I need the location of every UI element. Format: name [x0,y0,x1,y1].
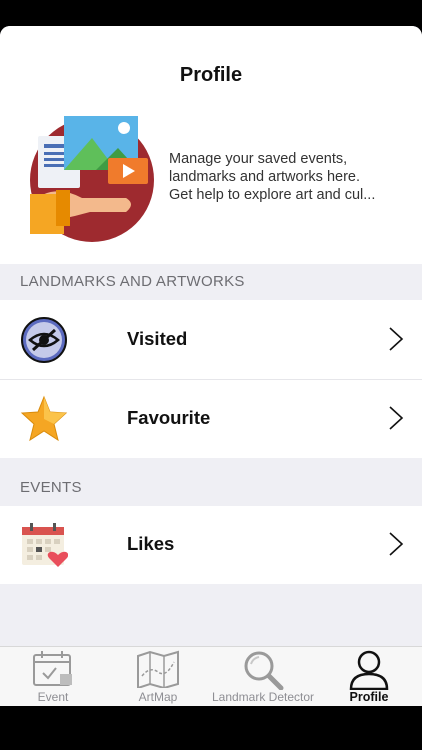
tab-label: Landmark Detector [211,690,315,704]
magnifier-icon [244,651,284,690]
hero-illustration-icon [30,116,154,242]
intro-line: Get help to explore art and cul... [169,187,376,203]
map-icon [137,650,179,688]
favourite-label: Favourite [127,407,211,428]
section-header-landmarks: LANDMARKS AND ARTWORKS [0,264,422,300]
calendar-heart-icon [22,523,68,567]
likes-label: Likes [127,533,175,554]
chevron-right-icon [389,406,404,430]
chevron-right-icon [389,532,404,556]
intro-line: Manage your saved events, [169,151,348,167]
profile-header: Profile Manage your saved events, landma… [0,26,422,264]
eye-slash-icon [21,317,67,363]
favourite-row[interactable]: Favourite [0,380,422,458]
star-icon [20,395,68,442]
tab-event[interactable]: Event [0,647,106,706]
tab-landmark-detector[interactable]: Landmark Detector [210,647,316,706]
tab-label: Profile [349,690,389,704]
calendar-icon [33,651,72,686]
visited-label: Visited [127,328,188,349]
chevron-right-icon [389,327,404,351]
tab-profile[interactable]: Profile [316,647,422,706]
person-icon [349,650,389,690]
intro-line: landmarks and artworks here. [169,169,360,185]
page-title: Profile [179,64,243,86]
likes-row[interactable]: Likes [0,506,422,584]
tab-bar: Event ArtMap Landmark Detector Profile [0,646,422,706]
section-header-events: EVENTS [0,470,422,506]
tab-label: ArtMap [138,690,178,704]
visited-row[interactable]: Visited [0,300,422,379]
profile-screen: Profile Manage your saved events, landma… [0,26,422,706]
profile-intro-text: Manage your saved events, landmarks and … [169,150,413,204]
tab-artmap[interactable]: ArtMap [106,647,210,706]
tab-label: Event [37,690,69,704]
